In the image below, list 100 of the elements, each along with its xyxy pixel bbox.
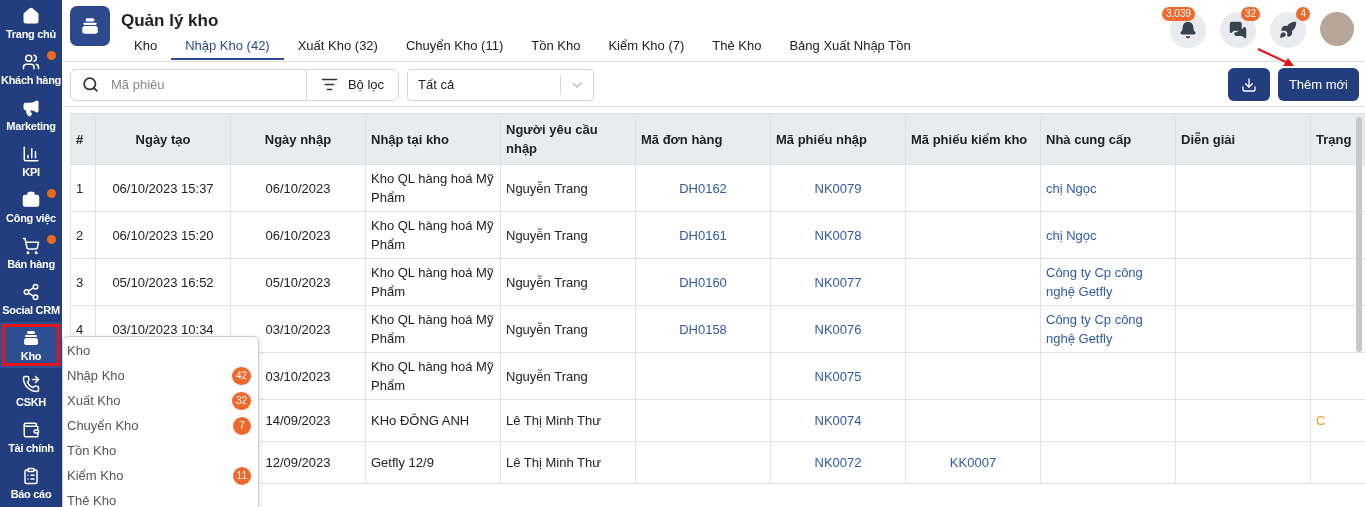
tab[interactable]: Bảng Xuất Nhập Tồn <box>775 38 925 60</box>
column-header[interactable]: Người yêu cầu nhập <box>500 113 636 165</box>
table-cell-text: 4 <box>76 320 84 339</box>
tab[interactable]: Tồn Kho <box>517 38 595 60</box>
count-badge: 11 <box>232 466 251 485</box>
column-header[interactable]: Mã phiếu nhập <box>770 113 906 165</box>
add-button[interactable]: Thêm mới <box>1277 68 1359 101</box>
table-cell-text: 03/10/2023 10:34 <box>112 320 214 339</box>
menu-item[interactable]: Chuyển Kho 7 <box>63 413 258 438</box>
sidebar-item[interactable]: Bán hàng <box>0 230 62 276</box>
menu-item[interactable]: Kiểm Kho 11 <box>63 463 258 488</box>
table-link[interactable]: NK0075 <box>814 366 862 386</box>
table-link[interactable]: DH0160 <box>679 272 727 292</box>
table-link[interactable]: NK0078 <box>814 225 862 245</box>
scrollbar[interactable] <box>1356 117 1362 352</box>
table-link[interactable]: KK0007 <box>949 453 997 472</box>
table-cell-text: Lê Thị Minh Thư <box>506 412 601 430</box>
table-cell-text: C <box>1316 412 1326 430</box>
table-link[interactable]: chị Ngọc <box>1046 178 1097 198</box>
search-box[interactable]: Mã phiêu <box>71 69 307 100</box>
stack-icon <box>22 328 40 347</box>
sidebar-item[interactable]: Tài chính <box>0 414 62 460</box>
table-cell-text: Kho QL hàng hoá Mỹ Phẩm <box>371 217 495 254</box>
notification-bell-icon <box>1179 21 1197 39</box>
sidebar-item[interactable]: KPI <box>0 138 62 184</box>
table-cell-text: Lê Thị Minh Thư <box>506 454 601 472</box>
count-badge: 32 <box>1240 7 1260 21</box>
share-icon <box>22 282 40 301</box>
table-cell-text: 12/09/2023 <box>265 454 331 472</box>
count-badge: 32 <box>231 391 251 410</box>
menu-item[interactable]: Xuất Kho 32 <box>63 388 258 413</box>
table-cell-text: 2 <box>76 226 84 245</box>
column-header[interactable]: Ngày tạo <box>95 113 231 165</box>
menu-item[interactable]: Kho <box>63 338 258 363</box>
table-cell-text: 05/10/2023 <box>265 273 331 292</box>
menu-item[interactable]: Nhập Kho 42 <box>63 363 258 388</box>
sidebar-item[interactable]: Kho <box>0 322 62 368</box>
tab[interactable]: Xuất Kho (32) <box>283 38 392 60</box>
count-badge: 42 <box>231 366 251 385</box>
table-link[interactable]: NK0072 <box>814 453 862 472</box>
sidebar-item[interactable]: Trang chủ <box>0 0 62 46</box>
filter-icon <box>320 76 338 93</box>
table-cell-text: 06/10/2023 15:37 <box>112 179 214 198</box>
table-cell-text: Nguyễn Trang <box>506 273 588 292</box>
table-cell-text: Getfly 12/9 <box>371 454 434 472</box>
table-link[interactable]: NK0079 <box>814 178 862 198</box>
menu-item[interactable]: Thẻ Kho <box>63 488 258 507</box>
page-title: Quản lý kho <box>121 11 220 31</box>
table-link[interactable]: chị Ngọc <box>1046 225 1097 245</box>
table-cell-text: 03/10/2023 <box>265 367 331 386</box>
app-logo <box>70 6 110 46</box>
tab[interactable]: Chuyển Kho (11) <box>391 38 518 60</box>
tab[interactable]: Kho <box>120 38 172 60</box>
table-cell-text: 06/10/2023 15:20 <box>112 226 214 245</box>
sidebar-item[interactable]: Marketing <box>0 92 62 138</box>
table-cell-text: KHo ĐÔNG ANH <box>371 412 470 430</box>
table-cell-text: 1 <box>76 179 84 198</box>
table-cell-text: Nguyễn Trang <box>506 367 588 386</box>
table-link[interactable]: DH0162 <box>679 178 727 198</box>
column-header[interactable]: Nhà cung cấp <box>1040 113 1176 165</box>
briefcase-icon <box>22 190 40 209</box>
column-header[interactable]: Diễn giải <box>1175 113 1311 165</box>
column-header[interactable]: Ngày nhập <box>230 113 366 165</box>
sidebar-item[interactable]: Công việc <box>0 184 62 230</box>
table-cell-text: Nguyễn Trang <box>506 179 588 198</box>
count-badge: 7 <box>233 416 251 435</box>
column-header[interactable]: Mã đơn hàng <box>635 113 771 165</box>
table-link[interactable]: DH0158 <box>679 319 727 339</box>
phone-icon <box>22 374 40 393</box>
table-link[interactable]: DH0161 <box>679 225 727 245</box>
column-header[interactable]: Mã phiếu kiểm kho <box>905 113 1041 165</box>
sidebar-item[interactable]: Khách hàng <box>0 46 62 92</box>
table-link[interactable]: NK0076 <box>814 319 862 339</box>
wallet-icon <box>22 420 40 439</box>
table-link[interactable]: NK0074 <box>814 411 862 430</box>
clipboard-icon <box>22 466 40 485</box>
download-button[interactable] <box>1227 68 1270 101</box>
tab[interactable]: Thẻ Kho <box>698 38 776 60</box>
table-cell-text: Nguyễn Trang <box>506 226 588 245</box>
download-icon <box>1240 76 1257 93</box>
column-header[interactable]: Nhập tại kho <box>365 113 501 165</box>
filter-button[interactable]: Bộ lọc <box>307 69 398 100</box>
table-cell-text: Kho QL hàng hoá Mỹ Phẩm <box>371 264 495 301</box>
sidebar-item[interactable]: Social CRM <box>0 276 62 322</box>
annotation-arrow <box>1257 48 1294 66</box>
table-cell-text: 3 <box>76 273 84 292</box>
cart-icon <box>22 236 40 255</box>
column-header[interactable]: # <box>70 113 96 165</box>
table-cell-text: Kho QL hàng hoá Mỹ Phẩm <box>371 311 495 348</box>
tab[interactable]: Nhập Kho (42) <box>171 38 284 60</box>
megaphone-icon <box>22 98 40 117</box>
table-cell-text: 03/10/2023 <box>265 320 331 339</box>
sidebar-item[interactable]: Báo cáo <box>0 460 62 506</box>
table-link[interactable]: NK0077 <box>814 272 862 292</box>
tab[interactable]: Kiểm Kho (7) <box>594 38 699 60</box>
menu-item[interactable]: Tồn Kho <box>63 438 258 463</box>
home-icon <box>22 6 40 25</box>
sidebar-item[interactable]: CSKH <box>0 368 62 414</box>
rocket-icon <box>1279 21 1297 39</box>
status-select[interactable]: Tất cả <box>407 68 594 101</box>
